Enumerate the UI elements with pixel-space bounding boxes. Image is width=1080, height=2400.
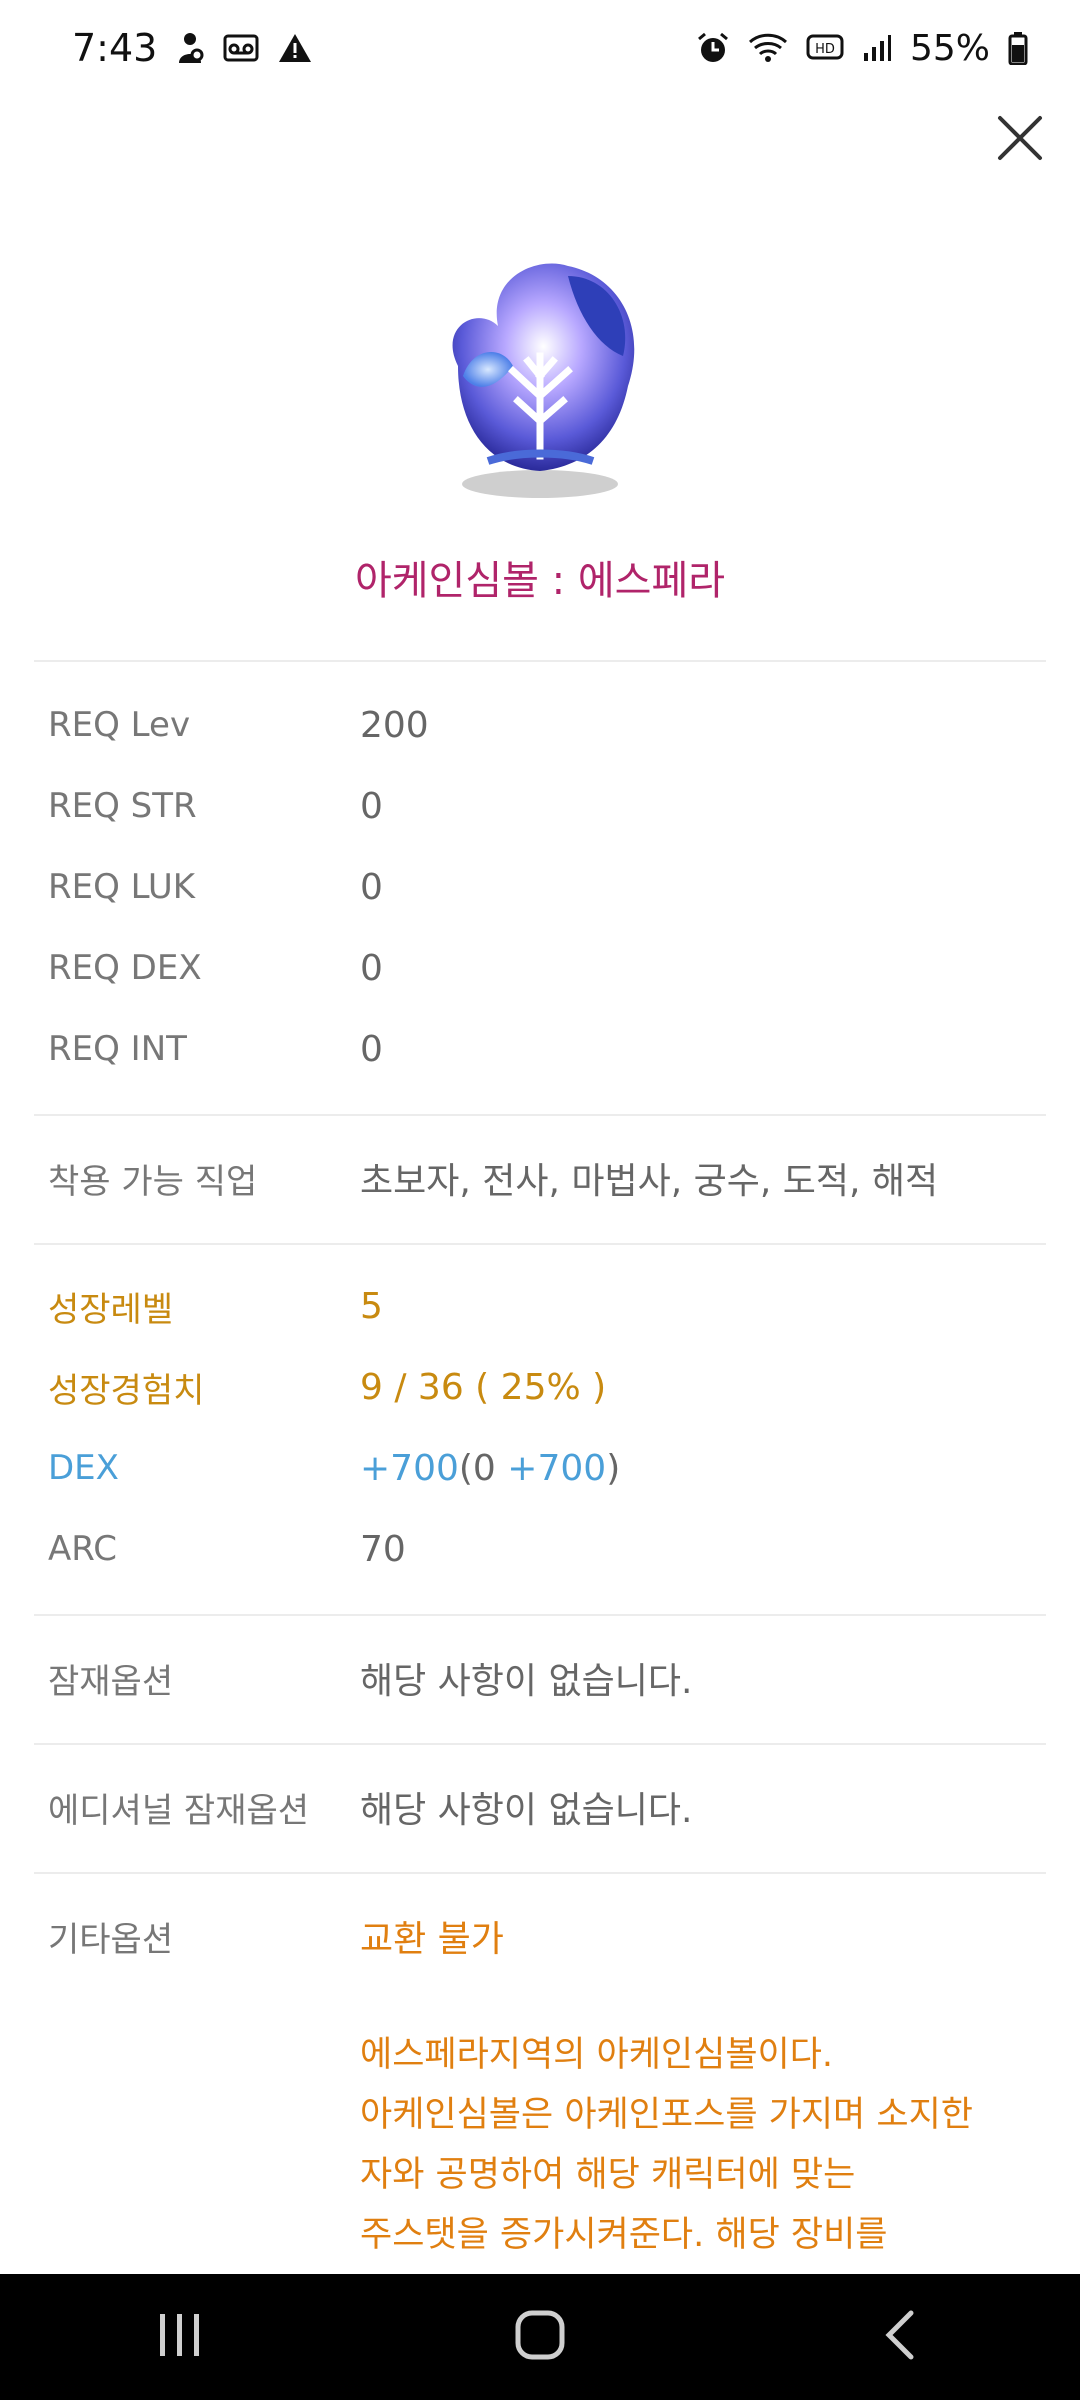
close-icon (996, 114, 1044, 166)
req-luk-row: REQ LUK 0 (48, 857, 1048, 917)
description-line: 자와 공명하여 해당 캐릭터에 맞는 (360, 2155, 856, 2195)
arc-value: 70 (360, 1528, 406, 1570)
back-icon (883, 2309, 917, 2365)
req-int-label: REQ INT (48, 1029, 187, 1069)
dex-value: +700(0 +700) (360, 1448, 620, 1489)
svg-text:HD: HD (815, 42, 835, 57)
arcane-symbol-icon (418, 236, 662, 506)
req-str-row: REQ STR 0 (48, 776, 1048, 836)
divider (34, 1243, 1046, 1245)
item-name: 아케인심볼 : 에스페라 (354, 558, 726, 604)
req-int-row: REQ INT 0 (48, 1019, 1048, 1079)
req-level-value: 200 (360, 704, 429, 746)
potential-label: 잠재옵션 (48, 1661, 174, 1702)
arc-label: ARC (48, 1529, 117, 1569)
additional-potential-value: 해당 사항이 없습니다. (360, 1790, 693, 1831)
wifi-icon (748, 32, 788, 64)
alarm-icon (696, 31, 730, 65)
battery-icon (1008, 31, 1028, 65)
growth-exp-row: 성장경험치 9 / 36 ( 25% ) (48, 1357, 1048, 1417)
etc-value: 교환 불가 (360, 1919, 504, 1960)
hd-icon: HD (806, 33, 844, 63)
dex-total: +700 (360, 1447, 459, 1489)
req-level-row: REQ Lev 200 (48, 695, 1048, 755)
req-dex-value: 0 (360, 947, 383, 989)
dex-close: ) (606, 1447, 621, 1489)
potential-value: 해당 사항이 없습니다. (360, 1661, 693, 1702)
voicemail-icon (223, 33, 259, 63)
warning-icon (277, 32, 313, 64)
person-icon (175, 31, 205, 65)
additional-potential-row: 에디셔널 잠재옵션 해당 사항이 없습니다. (48, 1777, 1048, 1837)
divider (34, 1743, 1046, 1745)
jobs-label: 착용 가능 직업 (48, 1161, 258, 1202)
dex-bonus: +700 (507, 1447, 607, 1489)
req-luk-value: 0 (360, 866, 383, 908)
req-dex-label: REQ DEX (48, 948, 202, 988)
signal-icon (862, 33, 892, 63)
recents-icon (156, 2312, 204, 2362)
home-icon (514, 2309, 566, 2365)
req-int-value: 0 (360, 1028, 383, 1070)
growth-exp-label: 성장경험치 (48, 1370, 205, 1411)
navigation-bar (0, 2274, 1080, 2400)
divider (34, 1614, 1046, 1616)
description-line: 주스탯을 증가시켜준다. 해당 장비를 (360, 2215, 888, 2255)
potential-row: 잠재옵션 해당 사항이 없습니다. (48, 1648, 1048, 1708)
growth-exp-value: 9 / 36 ( 25% ) (360, 1366, 607, 1408)
dex-label: DEX (48, 1448, 119, 1488)
status-left: 7:43 (72, 26, 313, 70)
home-button[interactable] (480, 2287, 600, 2387)
close-button[interactable] (980, 100, 1060, 180)
growth-level-value: 5 (360, 1285, 383, 1327)
description-line: 아케인심볼은 아케인포스를 가지며 소지한 (360, 2095, 973, 2135)
item-description: 에스페라지역의 아케인심볼이다. 아케인심볼은 아케인포스를 가지며 소지한 자… (360, 2025, 1040, 2265)
req-dex-row: REQ DEX 0 (48, 938, 1048, 998)
divider (34, 1114, 1046, 1116)
req-str-label: REQ STR (48, 786, 197, 826)
etc-label: 기타옵션 (48, 1919, 174, 1960)
etc-row: 기타옵션 교환 불가 (48, 1906, 1048, 1966)
recents-button[interactable] (120, 2287, 240, 2387)
jobs-row: 착용 가능 직업 초보자, 전사, 마법사, 궁수, 도적, 해적 (48, 1148, 1048, 1208)
req-str-value: 0 (360, 785, 383, 827)
clock: 7:43 (72, 26, 158, 70)
dex-open: (0 (458, 1447, 508, 1489)
back-button[interactable] (840, 2287, 960, 2387)
dex-row: DEX +700(0 +700) (48, 1438, 1048, 1498)
req-luk-label: REQ LUK (48, 867, 196, 907)
description-line: 에스페라지역의 아케인심볼이다. (360, 2035, 834, 2075)
additional-potential-label: 에디셔널 잠재옵션 (48, 1790, 310, 1831)
divider (34, 1872, 1046, 1874)
growth-level-row: 성장레벨 5 (48, 1276, 1048, 1336)
divider (34, 660, 1046, 662)
growth-level-label: 성장레벨 (48, 1289, 174, 1330)
jobs-value: 초보자, 전사, 마법사, 궁수, 도적, 해적 (360, 1161, 939, 1202)
req-level-label: REQ Lev (48, 705, 191, 745)
battery-percent: 55% (909, 27, 990, 69)
status-right: HD 55% (696, 28, 1028, 69)
status-bar: 7:43 HD 55% (0, 0, 1080, 96)
arc-row: ARC 70 (48, 1519, 1048, 1579)
